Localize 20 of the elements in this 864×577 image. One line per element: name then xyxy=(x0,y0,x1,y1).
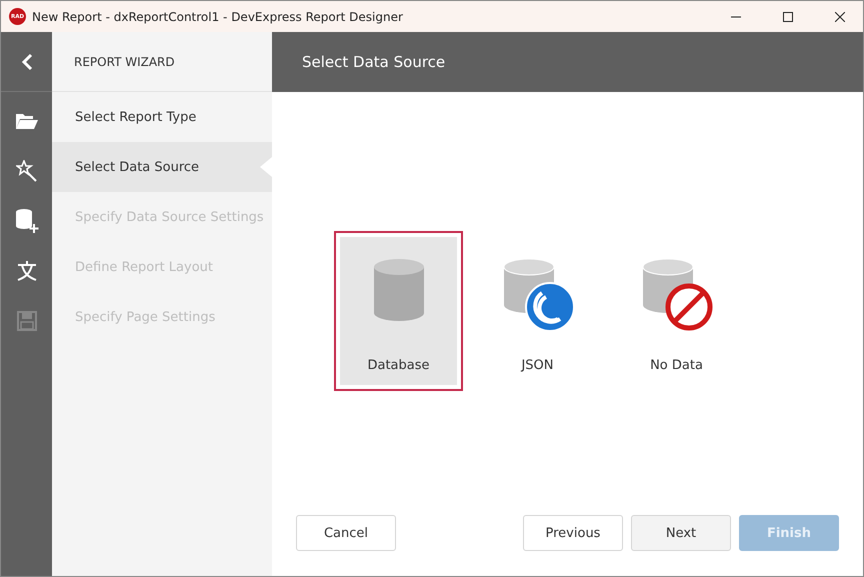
data-source-option[interactable]: No Data xyxy=(612,231,741,391)
wizard-step[interactable]: Select Report Type xyxy=(52,92,272,142)
database-add-icon[interactable] xyxy=(14,208,38,234)
data-source-option[interactable]: Database xyxy=(334,231,463,391)
database-icon xyxy=(372,257,426,323)
database-blocked-icon xyxy=(640,257,712,333)
wizard-step[interactable]: Select Data Source xyxy=(52,142,272,192)
maximize-icon[interactable] xyxy=(783,12,793,22)
back-icon[interactable] xyxy=(20,52,32,70)
data-source-option[interactable]: JSON xyxy=(473,231,602,391)
magic-wand-icon[interactable] xyxy=(16,160,38,182)
database-json-icon xyxy=(502,257,574,333)
folder-icon[interactable] xyxy=(14,112,38,130)
window-title: New Report - dxReportControl1 - DevExpress Report Designer xyxy=(32,10,404,24)
text-format-icon[interactable] xyxy=(16,260,38,282)
page-header: Select Data Source xyxy=(272,32,863,92)
wizard-button[interactable]: Previous xyxy=(523,515,623,551)
wizard-button[interactable]: Cancel xyxy=(296,515,396,551)
wizard-button[interactable]: Next xyxy=(631,515,731,551)
close-icon[interactable] xyxy=(835,12,845,22)
